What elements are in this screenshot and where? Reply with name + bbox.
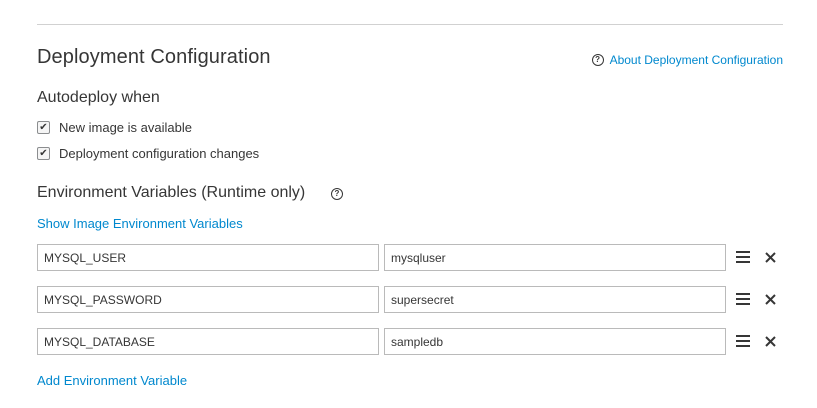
about-deployment-config-label: About Deployment Configuration xyxy=(609,53,783,67)
env-name-input[interactable] xyxy=(37,328,379,355)
question-circle-icon[interactable]: ? xyxy=(331,188,343,200)
env-value-input[interactable] xyxy=(384,244,726,271)
env-name-input[interactable] xyxy=(37,244,379,271)
close-icon[interactable] xyxy=(762,333,778,349)
section-title: Deployment Configuration xyxy=(37,46,271,68)
env-value-input[interactable] xyxy=(384,328,726,355)
env-vars-title: Environment Variables (Runtime only) xyxy=(37,184,306,201)
env-name-input[interactable] xyxy=(37,286,379,313)
checkbox-new-image[interactable]: ✔ New image is available xyxy=(37,120,192,135)
show-image-env-vars-link[interactable]: Show Image Environment Variables xyxy=(37,216,243,231)
checkbox-config-change-box[interactable]: ✔ xyxy=(37,147,50,160)
autodeploy-title: Autodeploy when xyxy=(37,89,160,106)
checkbox-config-change[interactable]: ✔ Deployment configuration changes xyxy=(37,146,259,161)
checkbox-new-image-label: New image is available xyxy=(59,120,192,135)
about-deployment-config-link[interactable]: ? About Deployment Configuration xyxy=(591,53,783,67)
env-row xyxy=(37,286,783,313)
question-circle-icon: ? xyxy=(591,54,604,66)
env-row xyxy=(37,244,783,271)
checkbox-config-change-label: Deployment configuration changes xyxy=(59,146,260,161)
drag-handle-icon[interactable] xyxy=(735,333,751,349)
add-env-var-link[interactable]: Add Environment Variable xyxy=(37,373,187,388)
env-row xyxy=(37,328,783,355)
top-divider xyxy=(37,24,783,25)
drag-handle-icon[interactable] xyxy=(735,249,751,265)
env-value-input[interactable] xyxy=(384,286,726,313)
checkbox-new-image-box[interactable]: ✔ xyxy=(37,121,50,134)
close-icon[interactable] xyxy=(762,249,778,265)
close-icon[interactable] xyxy=(762,291,778,307)
drag-handle-icon[interactable] xyxy=(735,291,751,307)
